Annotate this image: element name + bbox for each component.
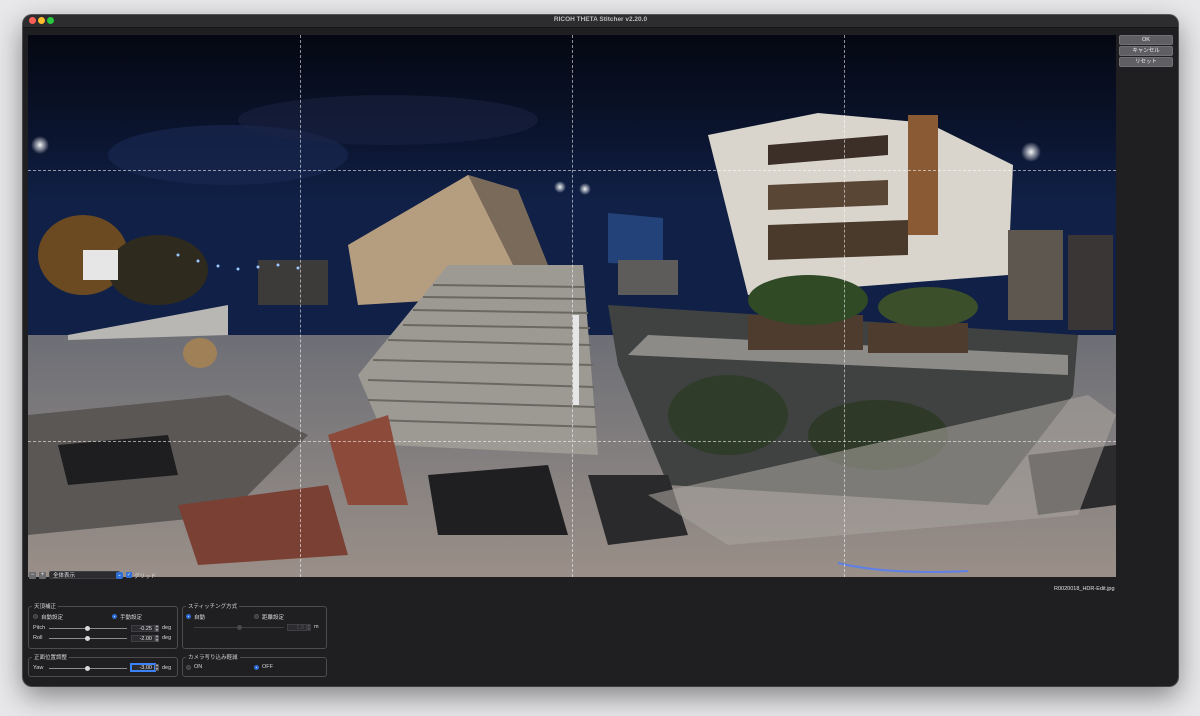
- pitch-input[interactable]: -0.25: [131, 625, 155, 632]
- stitching-auto-label: 自動: [194, 615, 206, 621]
- grid-line: [28, 441, 1116, 442]
- reset-button[interactable]: リセット: [1119, 57, 1173, 67]
- roll-slider-knob[interactable]: [85, 636, 90, 641]
- camera-reflection-title: カメラ写り込み軽減: [186, 653, 240, 661]
- view-mode-select[interactable]: 全体表示: [49, 571, 120, 579]
- panorama-preview[interactable]: [28, 35, 1116, 577]
- yaw-slider-knob[interactable]: [85, 666, 90, 671]
- stitching-distance-radio[interactable]: [254, 614, 259, 619]
- grid-line: [28, 170, 1116, 171]
- grid-label: グリッド: [134, 574, 157, 580]
- zenith-auto-radio[interactable]: [33, 614, 38, 619]
- zenith-manual-label: 手動設定: [120, 615, 143, 621]
- chevron-down-icon[interactable]: ⌄: [116, 572, 123, 579]
- grid-line: [300, 35, 301, 577]
- stitching-method-title: スティッチング方式: [186, 602, 240, 610]
- distance-slider-knob[interactable]: [237, 625, 242, 630]
- roll-input[interactable]: -2.00: [131, 635, 155, 642]
- roll-unit: deg: [162, 635, 172, 641]
- camera-reflection-on-radio[interactable]: [186, 665, 191, 670]
- grid-line: [844, 35, 845, 577]
- distance-input[interactable]: 1.0: [287, 624, 307, 631]
- yaw-stepper[interactable]: ▲ ▼: [155, 663, 159, 671]
- file-name: R0020018_HDR-Edit.jpg: [1054, 586, 1115, 592]
- app-window: RICOH THETA Stitcher v2.20.0 OK キャンセル リセ…: [23, 15, 1178, 686]
- yaw-unit: deg: [162, 665, 172, 671]
- camera-reflection-off-radio[interactable]: [254, 665, 259, 670]
- zoom-in-button[interactable]: +: [39, 572, 46, 579]
- distance-unit: m: [314, 624, 319, 630]
- pitch-stepper[interactable]: ▲ ▼: [155, 624, 159, 632]
- zoom-out-button[interactable]: −: [29, 572, 36, 579]
- grid-checkbox[interactable]: ✓: [126, 572, 132, 578]
- title-bar: RICOH THETA Stitcher v2.20.0: [23, 15, 1178, 28]
- stitching-auto-radio[interactable]: [186, 614, 191, 619]
- distance-stepper[interactable]: ▲ ▼: [307, 623, 311, 631]
- ok-button[interactable]: OK: [1119, 35, 1173, 45]
- camera-reflection-off-label: OFF: [262, 664, 273, 670]
- stitching-distance-label: 距離設定: [262, 615, 285, 621]
- window-title: RICOH THETA Stitcher v2.20.0: [553, 16, 648, 23]
- pitch-unit: deg: [162, 625, 172, 631]
- yaw-input[interactable]: -3.00: [131, 664, 155, 671]
- roll-stepper[interactable]: ▲ ▼: [155, 634, 159, 642]
- roll-label: Roll: [33, 635, 43, 641]
- grid-line: [572, 35, 573, 577]
- pitch-label: Pitch: [33, 625, 46, 631]
- pitch-slider-knob[interactable]: [85, 626, 90, 631]
- cancel-button[interactable]: キャンセル: [1119, 46, 1173, 56]
- zenith-correction-title: 天頂補正: [32, 602, 59, 610]
- camera-reflection-on-label: ON: [194, 664, 203, 670]
- zenith-auto-label: 自動設定: [41, 615, 64, 621]
- front-position-title: 正面位置調整: [32, 653, 70, 661]
- zenith-manual-radio[interactable]: [112, 614, 117, 619]
- yaw-label: Yaw: [33, 665, 44, 671]
